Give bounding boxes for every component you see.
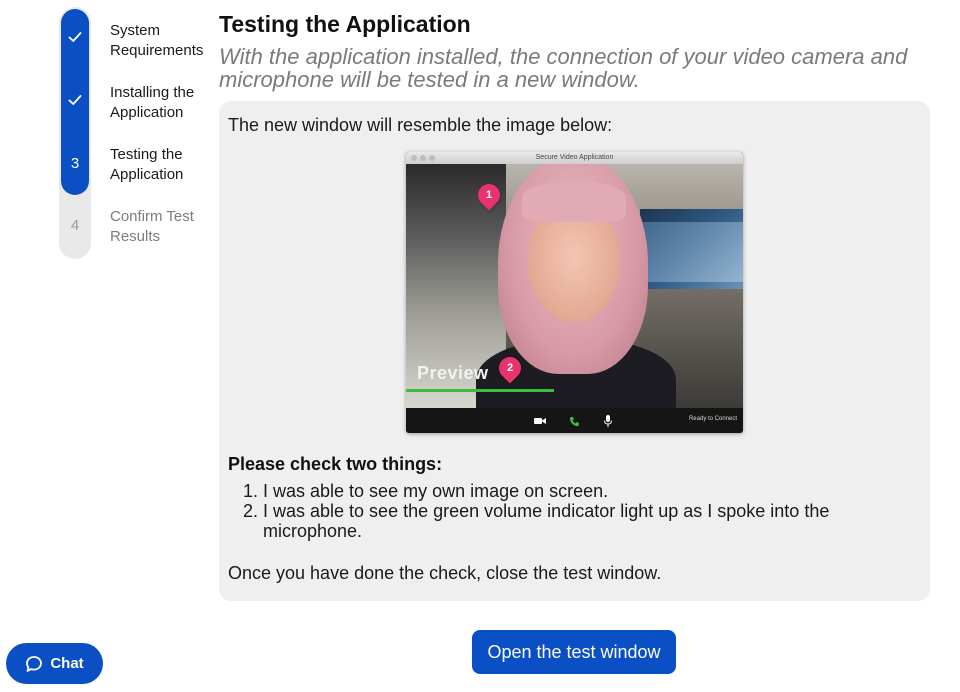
page-subtitle: With the application installed, the conn… bbox=[219, 44, 908, 92]
check-item: I was able to see my own image on screen… bbox=[263, 481, 913, 501]
preview-label: Preview bbox=[417, 363, 489, 383]
pin-number: 2 bbox=[506, 362, 514, 374]
annotation-pin-2: 2 bbox=[494, 352, 526, 384]
step-label-testing: Testing the Application bbox=[110, 146, 184, 183]
window-titlebar: Secure Video Application bbox=[406, 152, 743, 164]
intro-text: The new window will resemble the image b… bbox=[228, 115, 613, 135]
microphone-icon bbox=[602, 415, 614, 427]
step-label-installing[interactable]: Installing the Application bbox=[110, 83, 210, 122]
chat-label: Chat bbox=[50, 655, 84, 672]
instructions-card: The new window will resemble the image b… bbox=[219, 101, 930, 601]
chat-bubble-icon bbox=[25, 655, 43, 673]
chat-button[interactable]: Chat bbox=[6, 643, 103, 684]
background-monitor-screen bbox=[642, 222, 743, 282]
check-heading: Please check two things: bbox=[228, 454, 443, 474]
volume-indicator bbox=[406, 389, 554, 392]
step-1-check-icon bbox=[61, 23, 89, 51]
step-3-number: 3 bbox=[70, 154, 80, 172]
phone-icon bbox=[568, 415, 580, 427]
connection-status: Ready to Connect bbox=[688, 416, 737, 422]
pin-number: 1 bbox=[485, 189, 493, 201]
camera-video-feed: Preview 1 2 bbox=[406, 164, 743, 408]
check-item: I was able to see the green volume indic… bbox=[263, 501, 913, 541]
step-4-number: 4 bbox=[70, 216, 80, 234]
step-label-confirm: Confirm Test Results bbox=[110, 208, 194, 245]
window-title: Secure Video Application bbox=[535, 154, 614, 161]
progress-stepper: 3 4 System Requirements Installing the A… bbox=[0, 0, 210, 270]
step-label-system-requirements[interactable]: System Requirements bbox=[110, 21, 210, 60]
step-2-check-icon bbox=[61, 86, 89, 114]
annotation-pin-1: 1 bbox=[473, 179, 505, 211]
check-list: I was able to see my own image on screen… bbox=[228, 481, 913, 541]
video-camera-icon bbox=[534, 415, 546, 427]
open-test-window-button[interactable]: Open the test window bbox=[472, 630, 676, 674]
person-fringe bbox=[522, 182, 626, 222]
closing-text: Once you have done the check, close the … bbox=[228, 563, 662, 583]
test-window-preview-image: Secure Video Application Preview 1 2 Rea… bbox=[406, 152, 743, 433]
window-toolbar: Ready to Connect bbox=[406, 408, 743, 433]
page-title: Testing the Application bbox=[219, 11, 471, 37]
